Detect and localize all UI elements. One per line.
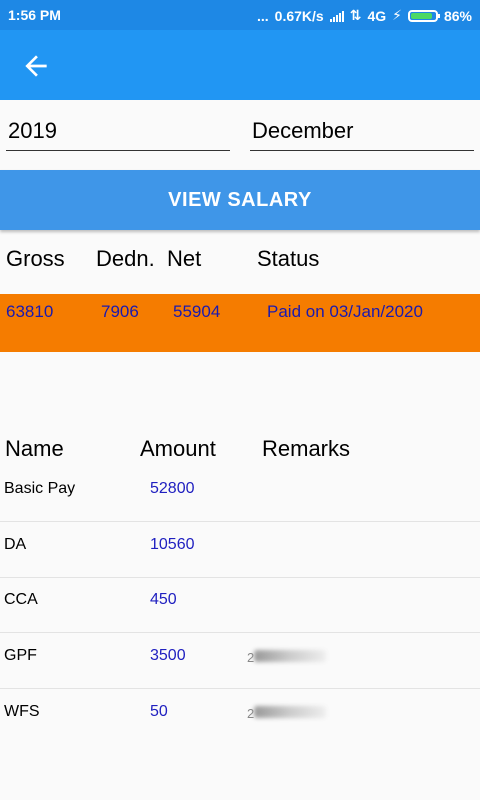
- item-remarks-redacted: 2: [247, 705, 327, 723]
- header-gross: Gross: [6, 246, 65, 271]
- item-name: GPF: [4, 647, 37, 664]
- month-field[interactable]: December: [250, 112, 474, 151]
- header-status: Status: [257, 246, 320, 271]
- battery-icon: [407, 9, 440, 22]
- status-time: 1:56 PM: [8, 7, 61, 23]
- dedn-value: 7906: [101, 302, 139, 321]
- status-bar: 1:56 PM ... 0.67K/s ⇅ 4G ⚡ 86%: [0, 0, 480, 30]
- status-right-group: ... 0.67K/s ⇅ 4G ⚡ 86%: [257, 7, 472, 24]
- item-name: Basic Pay: [4, 480, 76, 497]
- battery-percent: 86%: [443, 7, 472, 24]
- remarks-text: 2: [247, 650, 255, 665]
- item-amount: 3500: [150, 647, 186, 664]
- item-name: WFS: [4, 703, 40, 720]
- signal-icon: [329, 10, 344, 22]
- back-arrow-icon[interactable]: [20, 50, 52, 82]
- list-item: CCA 450: [0, 577, 480, 633]
- salary-summary-row[interactable]: 63810 7906 55904 Paid on 03/Jan/2020: [0, 294, 480, 352]
- redaction-blur: [254, 706, 327, 718]
- data-transfer-icon: ⇅: [349, 7, 362, 23]
- list-item: Basic Pay 52800: [0, 466, 480, 522]
- network-speed: 0.67K/s: [274, 7, 324, 24]
- item-amount: 50: [150, 703, 168, 720]
- gross-value: 63810: [6, 302, 54, 321]
- list-item: WFS 50 2: [0, 689, 480, 744]
- item-amount: 450: [150, 591, 177, 608]
- item-remarks-redacted: 2: [247, 649, 327, 667]
- header-net: Net: [167, 246, 202, 271]
- item-name: DA: [4, 536, 27, 553]
- header-remarks: Remarks: [262, 436, 351, 461]
- header-dedn: Dedn.: [96, 246, 155, 271]
- more-dots-icon: ...: [256, 7, 269, 24]
- charging-icon: ⚡: [392, 7, 402, 23]
- view-salary-button[interactable]: VIEW SALARY: [0, 170, 480, 230]
- item-name: CCA: [4, 591, 38, 608]
- battery-fill: [410, 12, 432, 19]
- remarks-text: 2: [247, 706, 255, 721]
- redaction-blur: [254, 650, 327, 662]
- app-bar: [0, 30, 480, 100]
- list-item: GPF 3500 2: [0, 633, 480, 689]
- net-value: 55904: [173, 302, 221, 321]
- item-amount: 52800: [150, 480, 195, 497]
- year-field[interactable]: 2019: [6, 112, 230, 151]
- item-amount: 10560: [150, 536, 195, 553]
- network-type: 4G: [367, 7, 387, 24]
- header-amount: Amount: [140, 436, 216, 461]
- status-value: Paid on 03/Jan/2020: [267, 302, 423, 321]
- header-name: Name: [5, 436, 64, 461]
- list-item: DA 10560: [0, 522, 480, 578]
